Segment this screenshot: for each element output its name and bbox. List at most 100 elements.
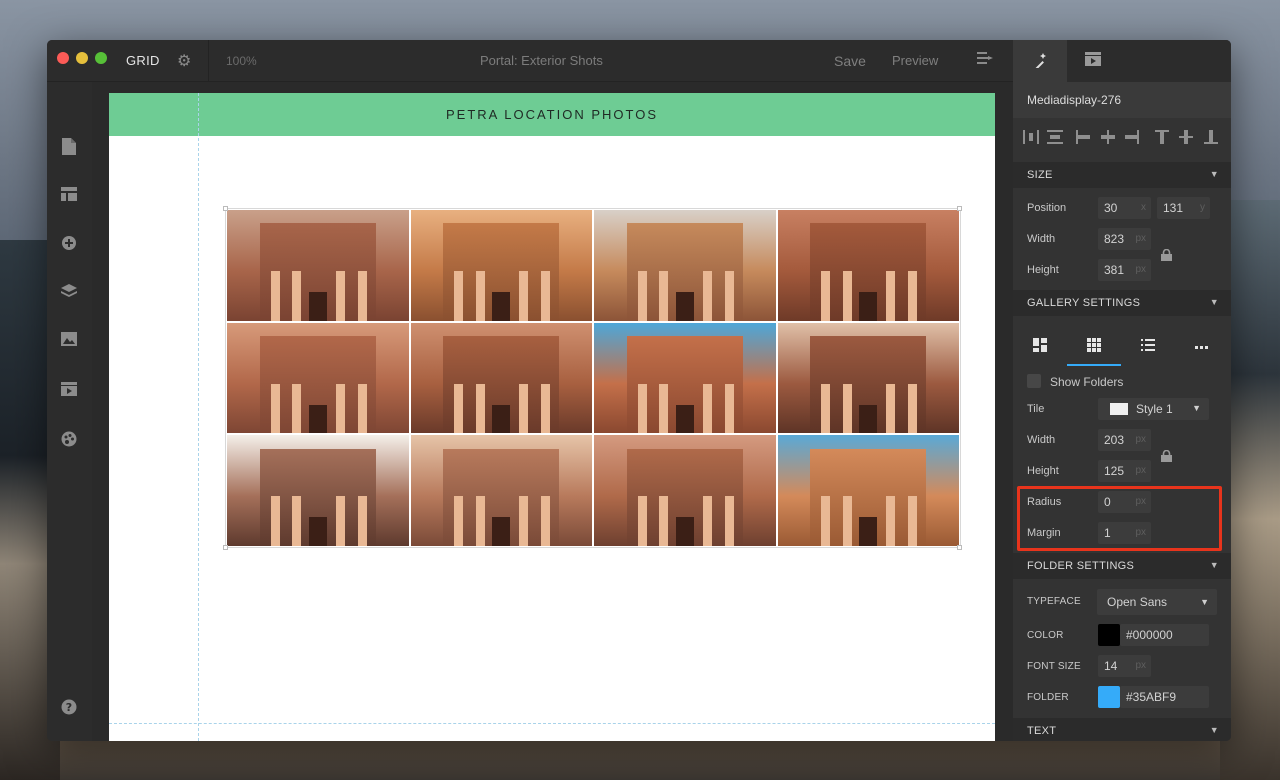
show-folders-checkbox[interactable]	[1027, 374, 1041, 388]
width-input[interactable]: 823 px	[1098, 228, 1151, 250]
more-options-icon[interactable]	[1175, 326, 1229, 366]
tile-label: Tile	[1027, 403, 1045, 415]
banner-title[interactable]: PETRA LOCATION PHOTOS	[109, 93, 995, 136]
font-size-input[interactable]: 14 px	[1098, 655, 1151, 677]
tab-design[interactable]	[1013, 40, 1067, 82]
distribute-vertical-icon[interactable]	[1047, 130, 1063, 147]
tile-height-input[interactable]: 125 px	[1098, 460, 1151, 482]
gear-icon[interactable]: ⚙	[177, 51, 191, 71]
folder-color-swatch[interactable]	[1098, 686, 1120, 708]
position-y-input[interactable]: 131 y	[1157, 197, 1210, 219]
folder-color-input[interactable]: #35ABF9	[1120, 686, 1209, 708]
color-input[interactable]: #000000	[1120, 624, 1209, 646]
zoom-level[interactable]: 100%	[226, 54, 257, 68]
minimize-window-button[interactable]	[76, 52, 88, 64]
photo-column	[886, 496, 896, 546]
gallery-settings-header[interactable]: GALLERY SETTINGS ▼	[1013, 290, 1231, 316]
close-window-button[interactable]	[57, 52, 69, 64]
align-middle-icon[interactable]	[1179, 130, 1193, 147]
radius-input[interactable]: 0 px	[1098, 491, 1151, 513]
distribute-horizontal-icon[interactable]	[1023, 130, 1039, 147]
palette-icon[interactable]	[60, 431, 78, 449]
horizontal-guide	[109, 723, 995, 724]
radius-label: Radius	[1027, 496, 1062, 508]
gallery-photo[interactable]	[777, 322, 959, 434]
media-tab-icon[interactable]	[1085, 52, 1101, 71]
photo-column	[270, 270, 280, 321]
lock-icon[interactable]	[1161, 449, 1172, 465]
photo-column	[702, 496, 712, 546]
align-top-icon[interactable]	[1155, 130, 1169, 147]
photo-column	[292, 383, 302, 434]
height-input[interactable]: 381 px	[1098, 259, 1151, 281]
typeface-dropdown[interactable]: Open Sans ▼	[1097, 589, 1217, 615]
tile-style-value: Style 1	[1136, 402, 1173, 416]
chevron-down-icon: ▼	[1209, 560, 1219, 570]
gallery-photo[interactable]	[227, 322, 409, 434]
photo-column	[475, 383, 485, 434]
align-left-icon[interactable]	[1076, 130, 1090, 147]
add-icon[interactable]	[60, 235, 78, 253]
gallery-photo[interactable]	[410, 210, 592, 321]
tab-list-layout[interactable]	[1121, 326, 1175, 366]
tile-width-input[interactable]: 203 px	[1098, 429, 1151, 451]
media-icon[interactable]	[60, 382, 78, 400]
photo-doorway	[492, 291, 511, 321]
tab-mosaic-layout[interactable]	[1013, 326, 1067, 366]
photo-column	[724, 496, 734, 546]
color-swatch[interactable]	[1098, 624, 1120, 646]
page-icon[interactable]	[60, 138, 78, 156]
toolbar: GRID ⚙ 100% Portal: Exterior Shots Save …	[47, 40, 1013, 82]
align-right-icon[interactable]	[1125, 130, 1139, 147]
photo-doorway	[675, 291, 694, 321]
tab-grid-layout[interactable]	[1067, 326, 1121, 366]
photo-column	[335, 496, 345, 546]
photo-column	[637, 383, 647, 434]
gallery-photo[interactable]	[594, 210, 776, 321]
gallery-photo[interactable]	[777, 435, 959, 546]
maximize-window-button[interactable]	[95, 52, 107, 64]
photo-column	[821, 383, 831, 434]
help-icon[interactable]: ?	[60, 699, 78, 717]
align-center-horizontal-icon[interactable]	[1101, 130, 1115, 147]
photo-column	[724, 270, 734, 321]
photo-column	[335, 270, 345, 321]
photo-doorway	[675, 517, 694, 546]
photo-column	[292, 496, 302, 546]
folder-settings-header[interactable]: FOLDER SETTINGS ▼	[1013, 553, 1231, 579]
gallery-photo[interactable]	[227, 210, 409, 321]
photo-column	[519, 270, 529, 321]
gallery-photo[interactable]	[410, 322, 592, 434]
preview-button[interactable]: Preview	[892, 53, 938, 68]
photo-doorway	[308, 404, 327, 434]
tile-style-dropdown[interactable]: Style 1 ▼	[1098, 398, 1209, 420]
position-x-input[interactable]: 30 x	[1098, 197, 1151, 219]
photo-column	[908, 383, 918, 434]
text-section-header[interactable]: TEXT ▼	[1013, 718, 1231, 741]
margin-input[interactable]: 1 px	[1098, 522, 1151, 544]
gallery-photo[interactable]	[594, 435, 776, 546]
image-icon[interactable]	[60, 332, 78, 350]
lock-icon[interactable]	[1161, 248, 1172, 264]
menu-icon[interactable]	[977, 51, 993, 70]
resize-handle-bl[interactable]	[223, 545, 228, 550]
media-gallery[interactable]	[225, 208, 961, 548]
size-section-header[interactable]: SIZE ▼	[1013, 162, 1231, 188]
width-unit: px	[1135, 233, 1146, 244]
margin-label: Margin	[1027, 527, 1061, 539]
height-value: 381	[1104, 263, 1125, 277]
gallery-photo[interactable]	[227, 435, 409, 546]
photo-doorway	[308, 517, 327, 546]
layers-icon[interactable]	[60, 284, 78, 302]
layout-icon[interactable]	[60, 187, 78, 205]
page-canvas[interactable]: PETRA LOCATION PHOTOS	[109, 93, 995, 741]
gallery-photo[interactable]	[410, 435, 592, 546]
save-button[interactable]: Save	[834, 53, 866, 69]
resize-handle-tl[interactable]	[223, 206, 228, 211]
align-bottom-icon[interactable]	[1204, 130, 1218, 147]
resize-handle-br[interactable]	[957, 545, 962, 550]
gallery-photo[interactable]	[777, 210, 959, 321]
resize-handle-tr[interactable]	[957, 206, 962, 211]
photo-column	[541, 270, 551, 321]
gallery-photo[interactable]	[594, 322, 776, 434]
